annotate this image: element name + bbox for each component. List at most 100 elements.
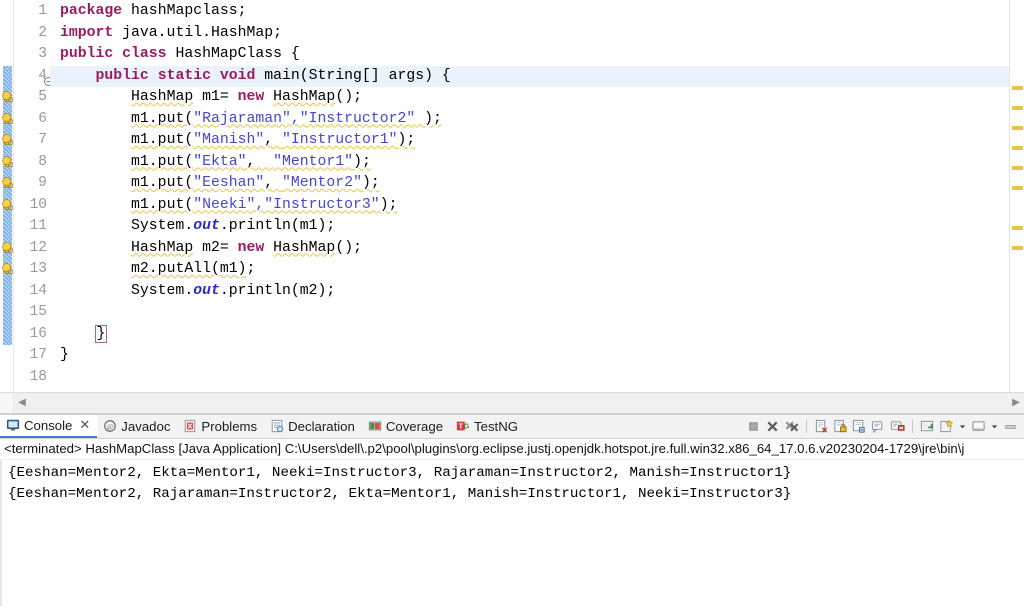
code-token: ); [415, 110, 442, 127]
console-output-line: {Eeshan=Mentor2, Ekta=Mentor1, Neeki=Ins… [8, 465, 792, 481]
tab-coverage[interactable]: Coverage [362, 415, 450, 438]
remove-all-terminated-icon[interactable] [784, 419, 799, 434]
code-token: HashMap [131, 239, 194, 256]
tab-label: Javadoc [121, 418, 171, 434]
warning-bulb-icon[interactable] [1, 263, 14, 276]
overview-warning-mark[interactable] [1012, 86, 1023, 90]
code-token: "Neeki","Instructor3" [193, 196, 380, 213]
tab-console[interactable]: Console ✕ [0, 415, 98, 438]
tab-javadoc[interactable]: @ Javadoc [97, 415, 177, 438]
scroll-lock-icon[interactable] [833, 419, 848, 434]
terminated-process-line: <terminated> HashMapClass [Java Applicat… [0, 439, 1024, 460]
line-number: 5 [38, 89, 47, 105]
code-line[interactable]: public static void main(String[] args) { [50, 65, 1009, 87]
open-console-dropdown-caret[interactable] [958, 419, 967, 434]
code-line[interactable]: m2.putAll(m1); [50, 259, 1009, 281]
display-selected-console-icon[interactable] [890, 419, 905, 434]
warning-bulb-icon[interactable] [1, 112, 14, 126]
show-console-when-output-icon[interactable] [852, 419, 867, 434]
line-number: 15 [29, 304, 47, 320]
code-token: public static void [95, 67, 256, 84]
console-output[interactable]: {Eeshan=Mentor2, Ekta=Mentor1, Neeki=Ins… [0, 460, 1024, 606]
code-token: "Rajaraman","Instructor2" [193, 110, 416, 127]
line-number: 10 [29, 196, 47, 213]
warning-bulb-icon[interactable] [1, 134, 14, 147]
line-number: 2 [38, 24, 47, 41]
code-line[interactable]: } [50, 324, 1009, 346]
code-line[interactable]: public class HashMapClass { [50, 44, 1009, 66]
code-text-area[interactable]: package hashMapclass; import java.util.Ha… [50, 0, 1009, 392]
scroll-right-arrow[interactable]: ▶ [1008, 398, 1024, 408]
tab-label: Console [24, 417, 73, 433]
javadoc-icon: @ [103, 419, 117, 433]
console-panel: Console ✕ @ Javadoc Problems Declaration Cover… [0, 414, 1024, 606]
code-line[interactable]: m1.put("Eeshan", "Mentor2"); [50, 173, 1009, 195]
code-token: "Ekta" [193, 153, 247, 170]
code-line[interactable]: import java.util.HashMap; [50, 23, 1009, 45]
overview-warning-mark[interactable] [1012, 246, 1023, 250]
code-token: ); [397, 132, 416, 148]
code-line[interactable]: package hashMapclass; [50, 1, 1009, 23]
warning-bulb-icon[interactable] [1, 155, 14, 169]
code-line[interactable]: System.out.println(m2); [50, 281, 1009, 303]
clear-console-icon[interactable] [814, 419, 829, 434]
line-number: 16 [29, 325, 47, 342]
code-token: , [246, 153, 274, 170]
overview-warning-mark[interactable] [1012, 146, 1023, 150]
close-icon[interactable]: ✕ [79, 417, 90, 433]
code-line[interactable]: m1.put("Manish", "Instructor1"); [50, 130, 1009, 152]
pin-console-icon[interactable] [871, 419, 886, 434]
overview-warning-mark[interactable] [1012, 126, 1023, 130]
scroll-left-arrow[interactable]: ◀ [14, 398, 30, 408]
code-token: public class [60, 46, 167, 62]
remove-launch-icon[interactable] [765, 419, 780, 434]
new-console-view-icon[interactable] [939, 419, 954, 434]
overview-warning-mark[interactable] [1012, 226, 1023, 230]
eclipse-ide-window: 1 2 3 4 5 6 7 8 9 10 11 12 13 14 15 16 17 18 package hash… [0, 0, 1024, 606]
code-line[interactable]: } [50, 345, 1009, 367]
code-line[interactable]: HashMap m1= new HashMap(); [50, 87, 1009, 109]
tab-testng[interactable]: T G TestNG [450, 415, 525, 438]
terminate-icon[interactable] [746, 419, 761, 434]
editor-horizontal-scrollbar[interactable]: ◀ ▶ [0, 392, 1024, 414]
code-line[interactable]: m1.put("Neeki","Instructor3"); [50, 195, 1009, 217]
code-line[interactable]: m1.put("Rajaraman","Instructor2" ); [50, 109, 1009, 131]
code-token: (); [335, 89, 362, 105]
warning-bulb-icon[interactable] [1, 91, 14, 104]
code-token: HashMapClass { [166, 46, 300, 62]
overview-warning-mark[interactable] [1012, 166, 1023, 170]
code-editor-area[interactable]: 1 2 3 4 5 6 7 8 9 10 11 12 13 14 15 16 17 18 package hash… [0, 0, 1024, 392]
code-line[interactable] [50, 367, 1009, 389]
scrollbar-left-pad [0, 393, 14, 413]
code-token: "Mentor1" [273, 153, 354, 170]
svg-text:G: G [464, 424, 470, 431]
warning-bulb-icon[interactable] [1, 241, 14, 255]
code-token: m1= [193, 89, 238, 105]
code-token: main(String[] args) { [255, 67, 451, 84]
open-console-icon[interactable] [920, 419, 935, 434]
scroll-track[interactable] [30, 393, 1008, 413]
code-token: package [60, 3, 123, 19]
code-line[interactable]: System.out.println(m1); [50, 216, 1009, 238]
overview-warning-mark[interactable] [1012, 106, 1023, 110]
line-number: 17 [29, 347, 47, 363]
minimize-icon[interactable] [1003, 419, 1018, 434]
code-line[interactable]: m1.put("Ekta", "Mentor1"); [50, 152, 1009, 174]
tab-problems[interactable]: Problems [177, 415, 264, 438]
warning-bulb-icon[interactable] [1, 177, 14, 190]
code-token: m2= [193, 239, 238, 256]
line-number: 1 [38, 3, 47, 19]
code-token: out [193, 218, 220, 234]
view-menu-caret[interactable] [990, 419, 999, 434]
tab-declaration[interactable]: Declaration [264, 415, 362, 438]
overview-warning-mark[interactable] [1012, 186, 1023, 190]
code-token: .println(m2); [219, 282, 336, 299]
line-number: 14 [29, 282, 47, 299]
view-menu-icon[interactable] [971, 419, 986, 434]
code-line[interactable] [50, 302, 1009, 324]
code-line[interactable]: HashMap m2= new HashMap(); [50, 238, 1009, 260]
overview-ruler[interactable] [1009, 0, 1024, 392]
warning-bulb-icon[interactable] [1, 198, 14, 212]
